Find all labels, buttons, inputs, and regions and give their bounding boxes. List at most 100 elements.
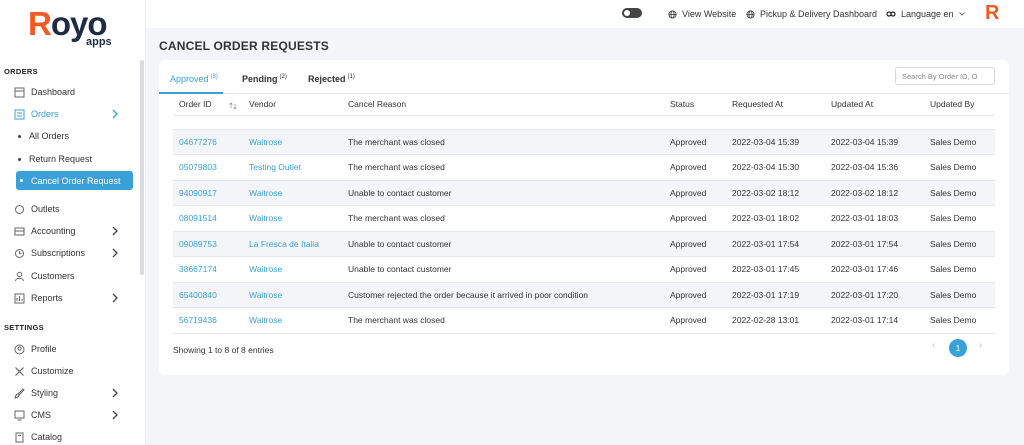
table-row[interactable]: 38667174 Waitrose Unable to contact custom… [173,256,995,283]
sidebar: Royo apps ORDERS Dashboard Orders All Or… [0,0,146,445]
cancel-requests-table: Order ID Vendor Cancel Reason Status Req… [173,94,995,334]
table-body: 04677276 Waitrose The merchant was closed A… [173,115,995,334]
column-cancel-reason[interactable]: Cancel Reason [342,94,664,116]
search-input[interactable] [895,67,995,85]
status-cell: Approved [664,307,726,334]
cms-icon [14,410,25,421]
vendor-cell[interactable]: La Fresca de Italia [243,231,342,257]
order-id-cell[interactable]: 05079803 [173,154,243,181]
vendor-cell[interactable]: Waitrose [243,256,342,283]
table-row[interactable]: 94090917 Waitrose Unable to contact custom… [173,180,995,206]
order-id-cell[interactable]: 38667174 [173,256,243,283]
updated-at-cell: 2022-03-04 15:39 [825,129,924,155]
cancel-reason-cell: The merchant was closed [342,129,664,155]
settings-section-title: SETTINGS [4,323,44,332]
globe-icon [668,9,677,19]
brush-icon [14,387,25,399]
vendor-cell[interactable]: Testing Outlet [243,154,342,181]
order-id-cell[interactable]: 09089753 [173,231,243,257]
requested-at-cell: 2022-03-01 17:45 [726,256,825,283]
column-updated-at[interactable]: Updated At [825,94,924,116]
brand-mark[interactable]: R [985,2,999,25]
cancel-reason-cell: Customer rejected the order because it a… [342,282,664,308]
cancel-reason-cell: The merchant was closed [342,154,664,181]
requested-at-cell: 2022-03-01 18:02 [726,205,825,232]
chevron-right-icon [112,410,118,420]
translate-icon [886,11,896,17]
dashboard-icon [14,87,25,98]
sidebar-item-cancel-order-request[interactable]: Cancel Order Request [16,171,133,190]
updated-at-cell: 2022-03-02 18:12 [825,180,924,206]
order-id-cell[interactable]: 65400840 [173,282,243,308]
tab-approved[interactable]: Approved (8) [170,74,218,84]
tab-pending[interactable]: Pending (2) [242,74,287,84]
updated-by-cell: Sales Demo [924,256,995,283]
table-row[interactable]: 65400840 Waitrose Customer rejected the or… [173,282,995,308]
page-1-button[interactable]: 1 [949,339,967,357]
status-cell: Approved [664,205,726,232]
next-page-button[interactable]: › [979,340,982,351]
cancel-reason-cell: Unable to contact customer [342,256,664,283]
sidebar-item-customize[interactable]: Customize [14,361,132,381]
sidebar-item-profile[interactable]: Profile [14,339,132,359]
order-id-cell[interactable]: 04677276 [173,129,243,155]
reports-icon [14,293,25,304]
order-id-cell[interactable]: 08091514 [173,205,243,232]
sidebar-item-accounting[interactable]: Accounting [14,221,132,241]
tab-rejected[interactable]: Rejected (1) [308,74,355,84]
table-row[interactable]: 04677276 Waitrose The merchant was closed A… [173,129,995,155]
sidebar-item-customers[interactable]: Customers [14,266,132,286]
theme-toggle[interactable] [622,8,642,18]
sidebar-item-catalog[interactable]: Catalog [14,427,132,445]
vendor-cell[interactable]: Waitrose [243,180,342,206]
table-row[interactable]: 05079803 Testing Outlet The merchant was c… [173,154,995,181]
view-website-link[interactable]: View Website [668,7,736,21]
column-vendor[interactable]: Vendor [243,94,342,116]
updated-by-cell: Sales Demo [924,129,995,155]
updated-by-cell: Sales Demo [924,154,995,181]
table-row[interactable]: 56719436 Waitrose The merchant was closed A… [173,307,995,334]
profile-icon [14,344,25,355]
status-cell: Approved [664,154,726,181]
sidebar-item-all-orders[interactable]: All Orders [18,127,69,145]
sidebar-item-label: Orders [31,109,59,119]
vendor-cell[interactable]: Waitrose [243,129,342,155]
sidebar-item-cms[interactable]: CMS [14,405,132,425]
vendor-cell[interactable]: Waitrose [243,205,342,232]
table-spacer-row [173,115,995,130]
sidebar-item-orders[interactable]: Orders [14,104,132,124]
entries-info: Showing 1 to 8 of 8 entries [173,345,274,355]
sidebar-item-reports[interactable]: Reports [14,288,132,308]
royo-logo[interactable]: Royo apps [28,6,118,50]
previous-page-button[interactable]: ‹ [932,340,935,351]
table-row[interactable]: 09089753 La Fresca de Italia Unable to con… [173,231,995,257]
vendor-cell[interactable]: Waitrose [243,307,342,334]
updated-at-cell: 2022-03-04 15:36 [825,154,924,181]
table-row[interactable]: 08091514 Waitrose The merchant was closed A… [173,205,995,232]
pickup-delivery-dashboard-link[interactable]: Pickup & Delivery Dashboard [746,7,877,21]
order-id-cell[interactable]: 56719436 [173,307,243,334]
column-requested-at[interactable]: Requested At [726,94,825,116]
vendor-cell[interactable]: Waitrose [243,282,342,308]
sidebar-item-styling[interactable]: Styling [14,383,132,403]
sidebar-item-return-request[interactable]: Return Request [18,150,92,168]
sidebar-item-outlets[interactable]: Outlets [14,199,132,219]
status-cell: Approved [664,282,726,308]
sidebar-item-dashboard[interactable]: Dashboard [14,82,132,102]
order-id-cell[interactable]: 94090917 [173,180,243,206]
column-updated-by[interactable]: Updated By [924,94,995,116]
language-dropdown[interactable]: Language en [886,7,971,21]
globe-icon [746,9,755,19]
sidebar-item-subscriptions[interactable]: Subscriptions [14,243,132,263]
chevron-down-icon [958,12,965,16]
column-order-id[interactable]: Order ID [173,94,243,116]
sidebar-scrollbar[interactable] [140,60,144,275]
updated-at-cell: 2022-03-01 17:14 [825,307,924,334]
updated-by-cell: Sales Demo [924,282,995,308]
sidebar-item-label: Dashboard [31,87,76,97]
column-status[interactable]: Status [664,94,726,116]
cancel-reason-cell: Unable to contact customer [342,231,664,257]
updated-at-cell: 2022-03-01 18:03 [825,205,924,232]
updated-by-cell: Sales Demo [924,231,995,257]
sort-icon[interactable] [229,102,237,110]
